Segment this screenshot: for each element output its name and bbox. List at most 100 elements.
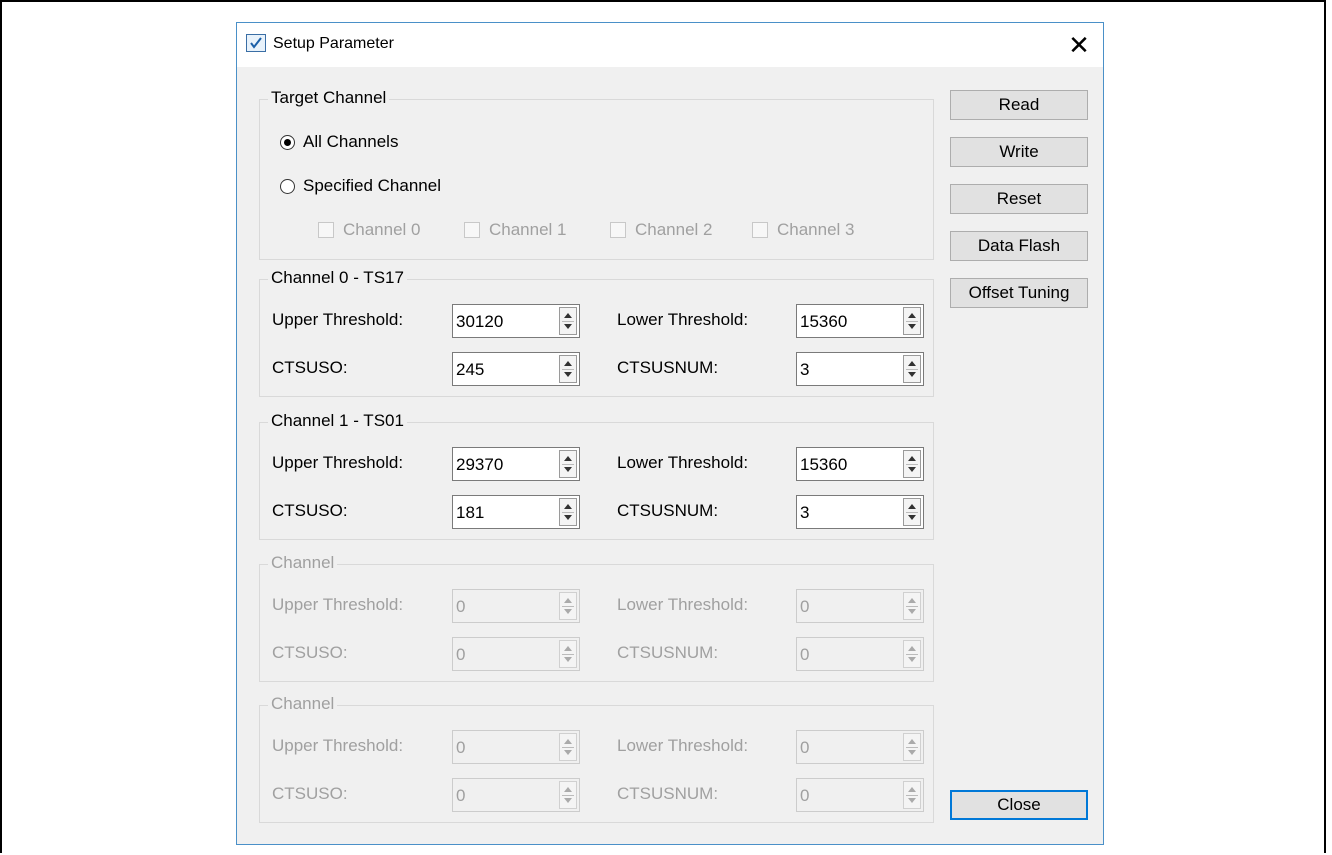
ctsuso-spinbox: 0	[452, 637, 580, 671]
ctsuso-value: 0	[456, 645, 466, 664]
spin-arrows-icon[interactable]	[559, 307, 577, 335]
ctsusnum-value: 3	[800, 360, 810, 379]
all-channels-label: All Channels	[303, 132, 399, 151]
upper-threshold-label: Upper Threshold:	[272, 595, 404, 614]
ctsuso-value: 181	[456, 503, 485, 522]
upper-threshold-value: 0	[456, 738, 466, 757]
ctsusnum-spinbox[interactable]: 3	[796, 495, 924, 529]
all-channels-radio[interactable]: All Channels	[280, 132, 398, 152]
channel-2-checkbox[interactable]: Channel 2	[610, 220, 713, 240]
channel-group-legend: Channel 1 - TS01	[268, 411, 407, 431]
spin-arrows-icon	[559, 592, 577, 620]
spin-arrows-icon[interactable]	[559, 498, 577, 526]
ctsuso-label: CTSUSO:	[272, 784, 348, 803]
spin-arrows-icon[interactable]	[559, 355, 577, 383]
lower-threshold-spinbox[interactable]: 15360	[796, 447, 924, 481]
upper-threshold-spinbox: 0	[452, 589, 580, 623]
checkbox-label: Channel 1	[489, 220, 567, 239]
data-flash-button[interactable]: Data Flash	[950, 231, 1088, 261]
upper-threshold-label: Upper Threshold:	[272, 310, 404, 329]
close-button[interactable]: Close	[950, 790, 1088, 820]
checkbox-label: Channel 2	[635, 220, 713, 239]
channel-0-checkbox[interactable]: Channel 0	[318, 220, 421, 240]
ctsuso-spinbox[interactable]: 245	[452, 352, 580, 386]
close-icon[interactable]: ✕	[1063, 29, 1095, 61]
write-button[interactable]: Write	[950, 137, 1088, 167]
lower-threshold-spinbox: 0	[796, 730, 924, 764]
ctsusnum-spinbox: 0	[796, 637, 924, 671]
radio-selected-icon	[280, 134, 295, 150]
checkbox-label: Channel 0	[343, 220, 421, 239]
lower-threshold-label: Lower Threshold:	[617, 595, 749, 614]
specified-channel-radio[interactable]: Specified Channel	[280, 176, 441, 196]
checkbox-icon	[752, 222, 768, 238]
upper-threshold-value: 30120	[456, 312, 504, 331]
channel-3-group: Channel Upper Threshold: 0 Lower Thresho…	[259, 694, 934, 823]
ctsuso-label: CTSUSO:	[272, 643, 348, 662]
window-title: Setup Parameter	[273, 35, 394, 52]
lower-threshold-label: Lower Threshold:	[617, 453, 749, 472]
upper-threshold-value: 0	[456, 597, 466, 616]
ctsuso-label: CTSUSO:	[272, 358, 348, 377]
radio-unselected-icon	[280, 178, 295, 194]
ctsusnum-value: 3	[800, 503, 810, 522]
channel-group-legend: Channel 0 - TS17	[268, 268, 407, 288]
upper-threshold-spinbox[interactable]: 30120	[452, 304, 580, 338]
upper-threshold-spinbox: 0	[452, 730, 580, 764]
upper-threshold-value: 29370	[456, 455, 504, 474]
upper-threshold-label: Upper Threshold:	[272, 736, 404, 755]
spin-arrows-icon[interactable]	[903, 498, 921, 526]
checkbox-app-icon	[246, 34, 266, 52]
spin-arrows-icon	[903, 733, 921, 761]
lower-threshold-value: 15360	[800, 312, 848, 331]
channel-group-legend: Channel	[268, 553, 338, 573]
spin-arrows-icon[interactable]	[903, 355, 921, 383]
checkbox-icon	[464, 222, 480, 238]
checkbox-icon	[318, 222, 334, 238]
channel-0-group: Channel 0 - TS17 Upper Threshold: 30120 …	[259, 268, 934, 397]
lower-threshold-value: 0	[800, 738, 810, 757]
lower-threshold-label: Lower Threshold:	[617, 736, 749, 755]
ctsusnum-value: 0	[800, 645, 810, 664]
channel-2-group: Channel Upper Threshold: 0 Lower Thresho…	[259, 553, 934, 682]
checkbox-label: Channel 3	[777, 220, 855, 239]
channel-3-checkbox[interactable]: Channel 3	[752, 220, 855, 240]
read-button[interactable]: Read	[950, 90, 1088, 120]
channel-1-group: Channel 1 - TS01 Upper Threshold: 29370 …	[259, 411, 934, 540]
offset-tuning-button[interactable]: Offset Tuning	[950, 278, 1088, 308]
target-channel-group: Target Channel All Channels Specified Ch…	[259, 88, 934, 260]
spin-arrows-icon[interactable]	[903, 450, 921, 478]
upper-threshold-spinbox[interactable]: 29370	[452, 447, 580, 481]
ctsuso-spinbox: 0	[452, 778, 580, 812]
reset-button[interactable]: Reset	[950, 184, 1088, 214]
ctsusnum-label: CTSUSNUM:	[617, 358, 719, 377]
specified-channel-label: Specified Channel	[303, 176, 441, 195]
ctsusnum-value: 0	[800, 786, 810, 805]
checkbox-icon	[610, 222, 626, 238]
ctsuso-spinbox[interactable]: 181	[452, 495, 580, 529]
spin-arrows-icon	[903, 781, 921, 809]
spin-arrows-icon	[903, 592, 921, 620]
lower-threshold-value: 0	[800, 597, 810, 616]
lower-threshold-label: Lower Threshold:	[617, 310, 749, 329]
lower-threshold-spinbox[interactable]: 15360	[796, 304, 924, 338]
ctsuso-value: 0	[456, 786, 466, 805]
spin-arrows-icon	[559, 733, 577, 761]
ctsuso-label: CTSUSO:	[272, 501, 348, 520]
ctsusnum-label: CTSUSNUM:	[617, 643, 719, 662]
ctsuso-value: 245	[456, 360, 485, 379]
spin-arrows-icon[interactable]	[559, 450, 577, 478]
spin-arrows-icon[interactable]	[903, 307, 921, 335]
setup-parameter-dialog: Setup Parameter ✕ Target Channel All Cha…	[236, 22, 1104, 845]
title-bar[interactable]: Setup Parameter ✕	[237, 23, 1103, 67]
ctsusnum-label: CTSUSNUM:	[617, 501, 719, 520]
channel-group-legend: Channel	[268, 694, 338, 714]
ctsusnum-spinbox[interactable]: 3	[796, 352, 924, 386]
channel-1-checkbox[interactable]: Channel 1	[464, 220, 567, 240]
ctsusnum-spinbox: 0	[796, 778, 924, 812]
spin-arrows-icon	[559, 640, 577, 668]
spin-arrows-icon	[559, 781, 577, 809]
lower-threshold-spinbox: 0	[796, 589, 924, 623]
upper-threshold-label: Upper Threshold:	[272, 453, 404, 472]
target-channel-legend: Target Channel	[268, 88, 390, 108]
